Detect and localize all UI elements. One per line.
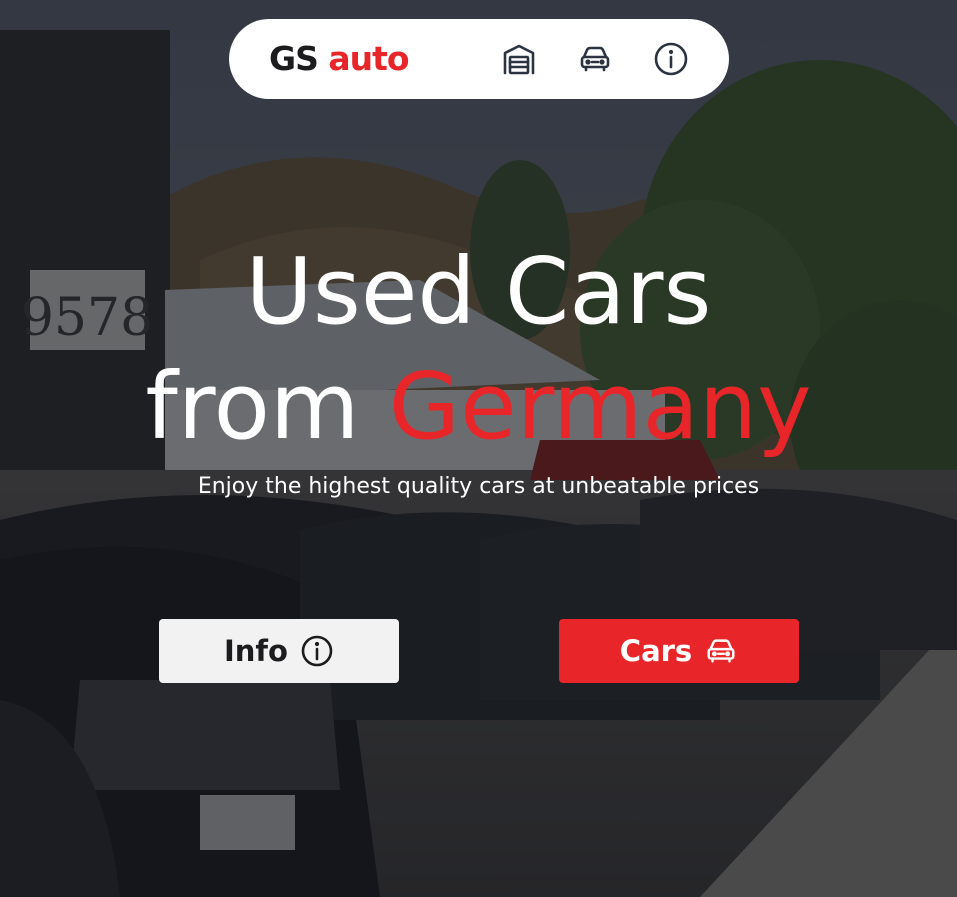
info-button[interactable]: Info xyxy=(159,619,399,683)
page: 9578 GS auto xyxy=(0,0,957,897)
navbar: GS auto xyxy=(229,19,729,99)
info-icon[interactable] xyxy=(653,41,689,77)
info-button-label: Info xyxy=(224,634,288,668)
hero-title-line2: from Germany xyxy=(0,355,957,459)
hero-title-line1: Used Cars xyxy=(245,238,712,345)
car-icon xyxy=(704,634,738,668)
hero-title-prefix: from xyxy=(145,353,360,460)
cars-button-label: Cars xyxy=(619,634,693,668)
hero-title-accent: Germany xyxy=(388,353,812,460)
brand-suffix: auto xyxy=(328,39,409,78)
car-icon[interactable] xyxy=(577,41,613,77)
info-icon xyxy=(300,634,334,668)
brand-logo[interactable]: GS auto xyxy=(269,39,410,79)
brand-prefix: GS xyxy=(269,39,319,78)
garage-icon[interactable] xyxy=(501,41,537,77)
hero-subtitle: Enjoy the highest quality cars at unbeat… xyxy=(197,474,760,499)
cars-button[interactable]: Cars xyxy=(559,619,799,683)
